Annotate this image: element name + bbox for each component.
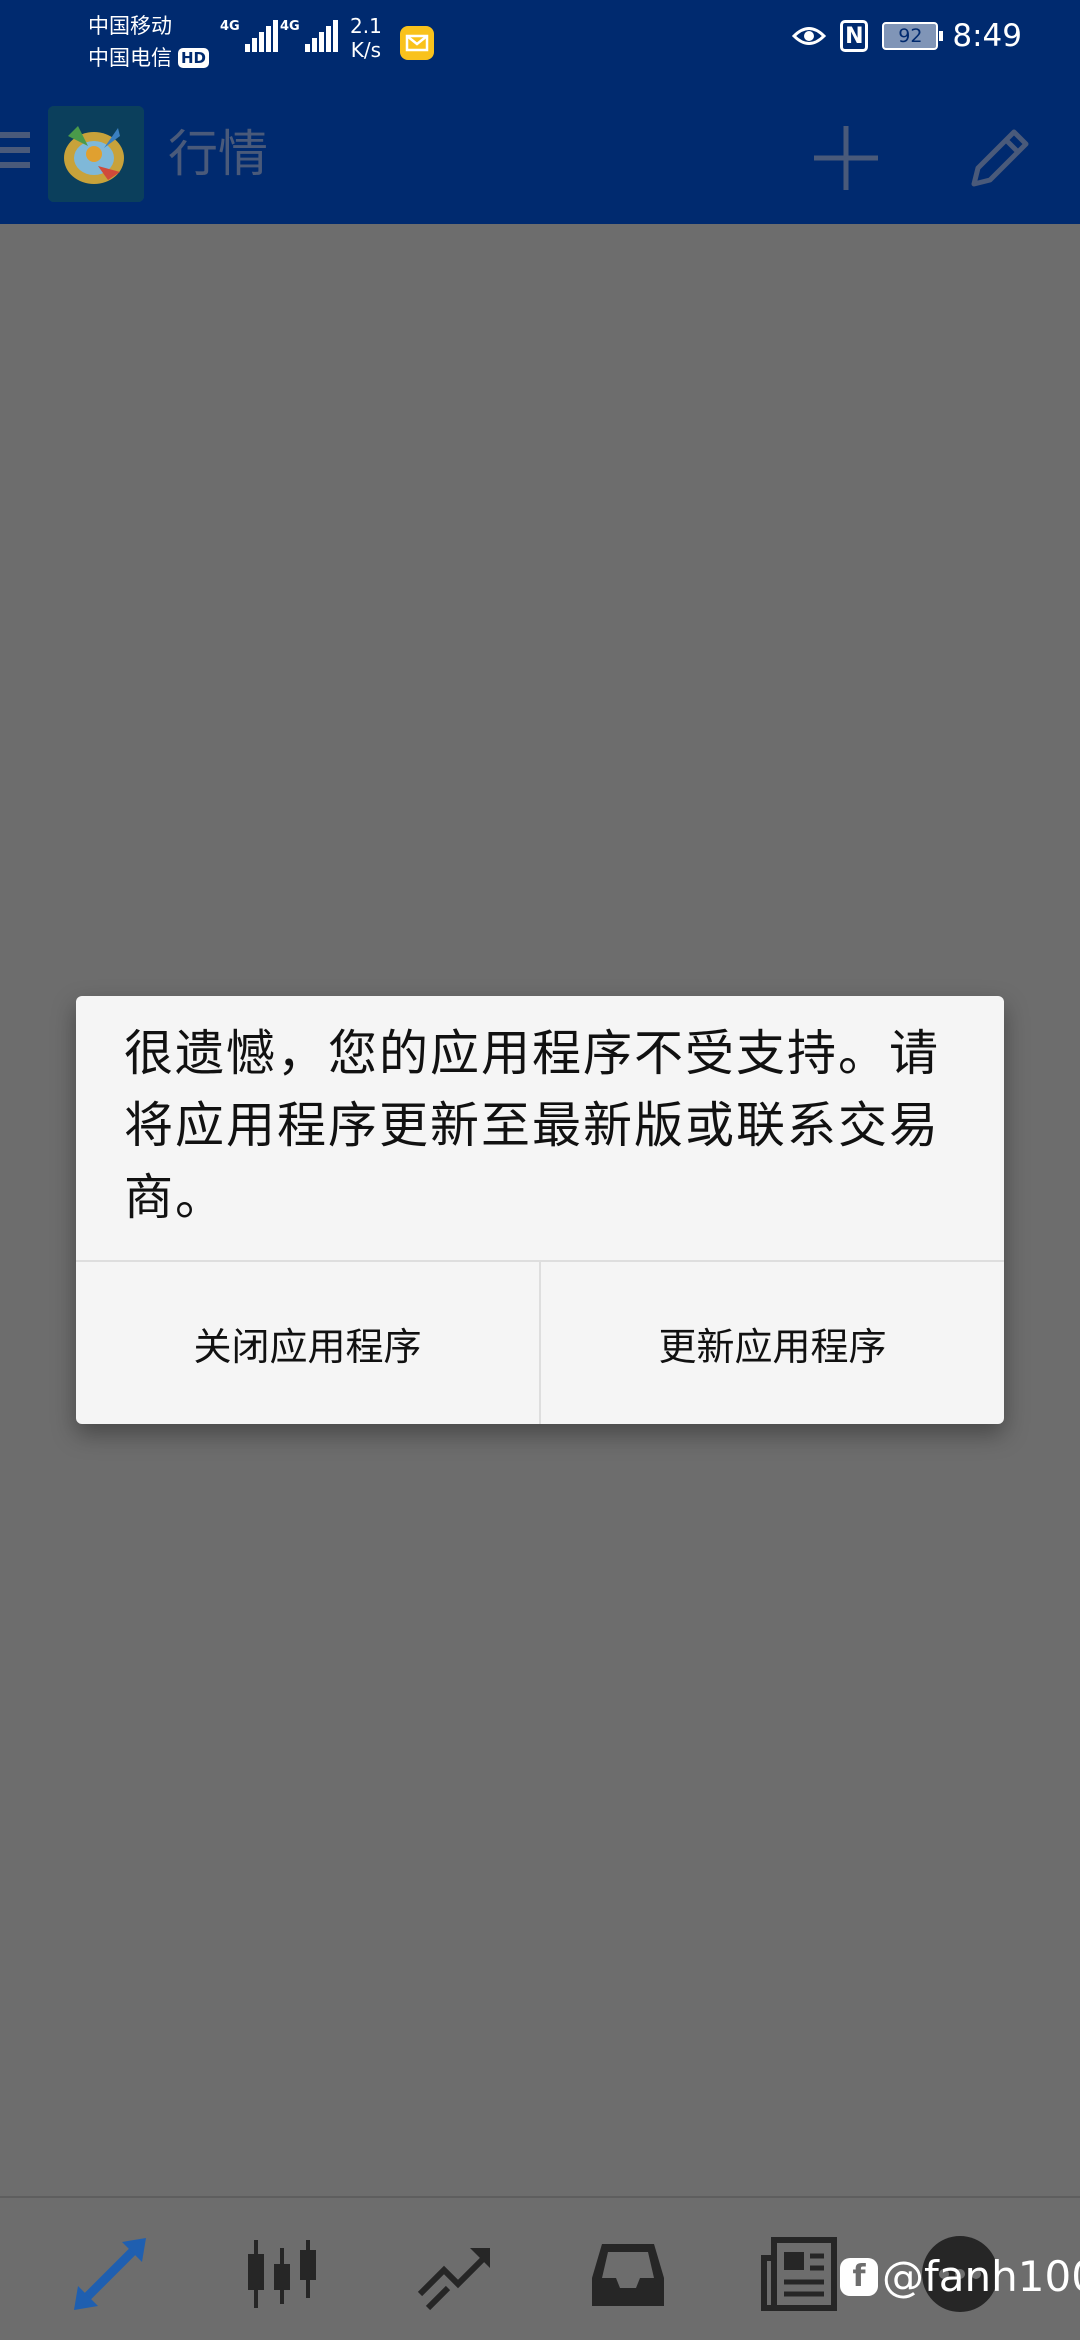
app-logo bbox=[48, 106, 144, 202]
dialog-button-row: 关闭应用程序 更新应用程序 bbox=[76, 1262, 1004, 1424]
nfc-icon: N bbox=[840, 20, 869, 52]
hd-badge: HD bbox=[178, 48, 210, 68]
trade-icon[interactable] bbox=[414, 2234, 494, 2314]
screen: 中国移动 中国电信 HD 4G 4G 2.1 K/s N 92 8:49 行情 … bbox=[0, 0, 1080, 2340]
chart-icon[interactable] bbox=[242, 2234, 322, 2314]
add-icon[interactable] bbox=[806, 118, 886, 198]
carrier-info: 中国移动 中国电信 HD bbox=[88, 10, 210, 74]
menu-icon[interactable] bbox=[0, 132, 30, 176]
message-notification-icon bbox=[400, 26, 434, 60]
unsupported-app-dialog: 很遗憾，您的应用程序不受支持。请将应用程序更新至最新版或联系交易商。 关闭应用程… bbox=[76, 996, 1004, 1424]
watermark-logo-icon: f bbox=[840, 2257, 878, 2296]
page-title: 行情 bbox=[168, 125, 268, 183]
network-type-1: 4G bbox=[220, 19, 240, 34]
status-bar: 中国移动 中国电信 HD 4G 4G 2.1 K/s N 92 8:49 bbox=[0, 0, 1080, 84]
watermark: f @fanh100 bbox=[840, 2252, 1080, 2301]
signal-icon-2: 4G bbox=[280, 20, 338, 52]
app-bar: 行情 bbox=[0, 84, 1080, 224]
history-icon[interactable] bbox=[588, 2234, 668, 2314]
quotes-icon[interactable] bbox=[70, 2234, 150, 2314]
clock: 8:49 bbox=[952, 18, 1022, 54]
signal-icon-1: 4G bbox=[220, 20, 278, 52]
speed-value: 2.1 bbox=[350, 14, 382, 38]
battery-icon: 92 bbox=[882, 22, 944, 50]
status-right-group: N 92 8:49 bbox=[792, 18, 1022, 54]
dialog-message: 很遗憾，您的应用程序不受支持。请将应用程序更新至最新版或联系交易商。 bbox=[124, 1025, 941, 1226]
network-speed: 2.1 K/s bbox=[350, 14, 382, 62]
close-app-button[interactable]: 关闭应用程序 bbox=[76, 1262, 539, 1424]
edit-icon[interactable] bbox=[960, 118, 1040, 198]
speed-unit: K/s bbox=[350, 38, 382, 62]
network-type-2: 4G bbox=[280, 19, 300, 34]
carrier-2-label: 中国电信 bbox=[88, 46, 172, 70]
watermark-text: @fanh100 bbox=[882, 2252, 1080, 2301]
carrier-1-label: 中国移动 bbox=[88, 14, 172, 38]
news-icon[interactable] bbox=[760, 2234, 840, 2314]
update-app-button[interactable]: 更新应用程序 bbox=[541, 1262, 1004, 1424]
eye-comfort-icon bbox=[792, 27, 827, 45]
